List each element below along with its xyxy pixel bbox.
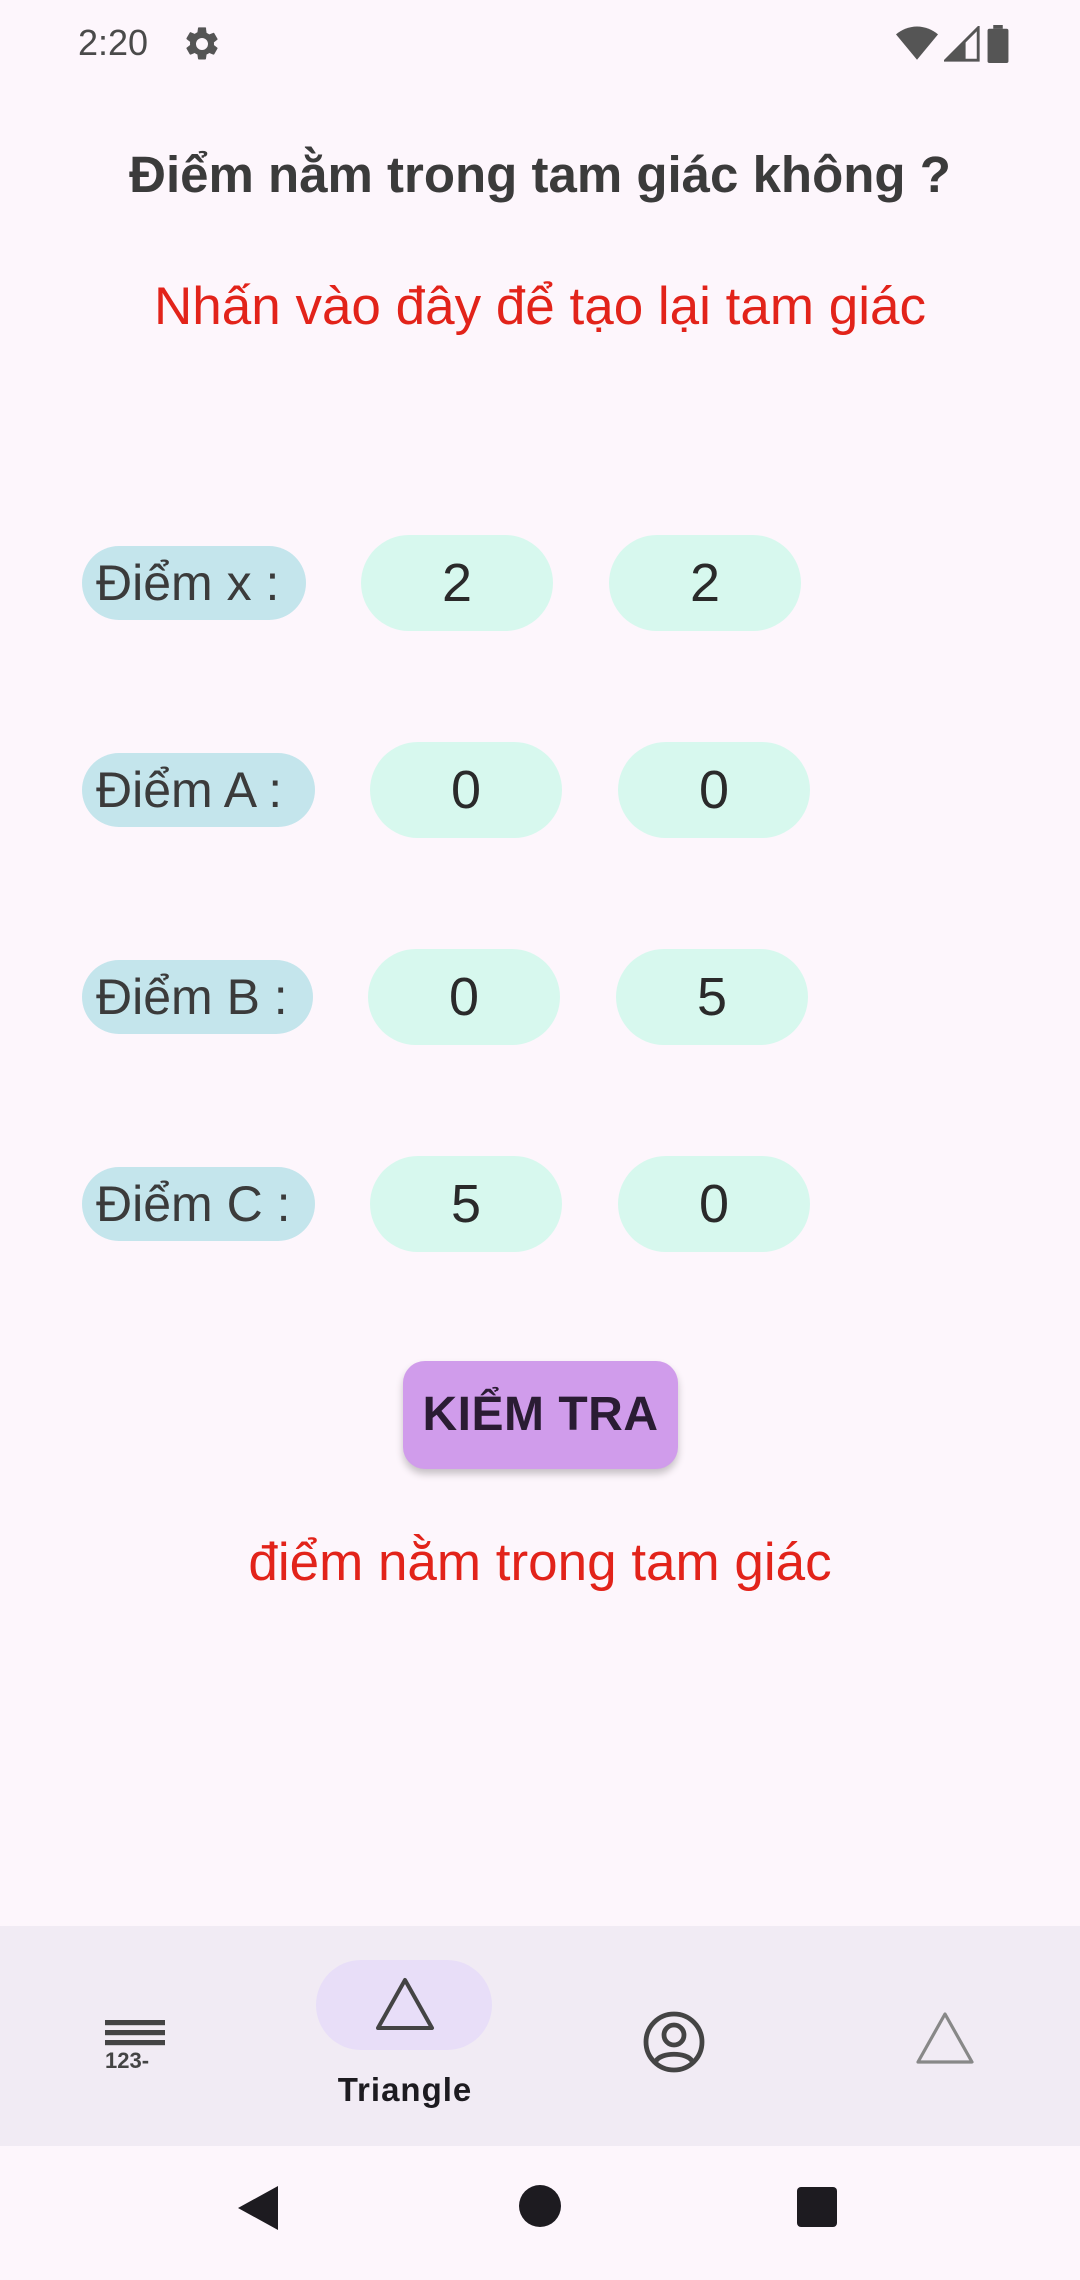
point-a-y-field[interactable]: 0 bbox=[618, 742, 810, 838]
home-icon[interactable] bbox=[518, 2184, 562, 2228]
bottom-navigation-bar: 123- Triangle bbox=[0, 1926, 1080, 2146]
point-a-label: Điểm A : bbox=[82, 753, 315, 827]
battery-icon bbox=[987, 25, 1009, 63]
triangle-outline-icon bbox=[916, 2012, 974, 2064]
triangle-icon bbox=[376, 1978, 434, 2030]
point-c-label: Điểm C : bbox=[82, 1167, 315, 1241]
wifi-icon bbox=[896, 26, 938, 60]
point-c-x-field[interactable]: 5 bbox=[370, 1156, 562, 1252]
nav-item-numbers[interactable]: 123- bbox=[0, 1926, 270, 2146]
point-x-label: Điểm x : bbox=[82, 546, 306, 620]
check-button[interactable]: KIỂM TRA bbox=[403, 1361, 678, 1469]
status-icons bbox=[896, 24, 1010, 64]
recents-icon[interactable] bbox=[796, 2186, 838, 2228]
regenerate-triangle-link[interactable]: Nhấn vào đây để tạo lại tam giác bbox=[0, 276, 1080, 337]
status-time: 2:20 bbox=[78, 22, 149, 63]
numbers-list-icon: 123- bbox=[105, 2020, 165, 2073]
nav-item-triangle[interactable] bbox=[270, 1926, 540, 2146]
nav-item-triangle-alt[interactable] bbox=[810, 1926, 1080, 2146]
point-a-x-field[interactable]: 0 bbox=[370, 742, 562, 838]
cell-signal-icon bbox=[944, 26, 980, 62]
account-circle-icon bbox=[643, 2011, 705, 2073]
nav-item-account[interactable] bbox=[540, 1926, 810, 2146]
page-title: Điểm nằm trong tam giác không ? bbox=[129, 146, 951, 203]
svg-text:123-: 123- bbox=[105, 2048, 149, 2073]
settings-gear-icon bbox=[186, 27, 218, 60]
result-text: điểm nằm trong tam giác bbox=[248, 1533, 832, 1592]
point-c-y-field[interactable]: 0 bbox=[618, 1156, 810, 1252]
point-b-label: Điểm B : bbox=[82, 960, 313, 1034]
point-b-y-field[interactable]: 5 bbox=[616, 949, 808, 1045]
point-b-x-field[interactable]: 0 bbox=[368, 949, 560, 1045]
back-icon[interactable] bbox=[236, 2184, 282, 2232]
nav-label-triangle: Triangle bbox=[337, 2071, 473, 2108]
point-x-y-field[interactable]: 2 bbox=[609, 535, 801, 631]
status-bar: 2:20 bbox=[0, 0, 1080, 90]
system-navigation-bar bbox=[0, 2146, 1080, 2280]
point-x-x-field[interactable]: 2 bbox=[361, 535, 553, 631]
